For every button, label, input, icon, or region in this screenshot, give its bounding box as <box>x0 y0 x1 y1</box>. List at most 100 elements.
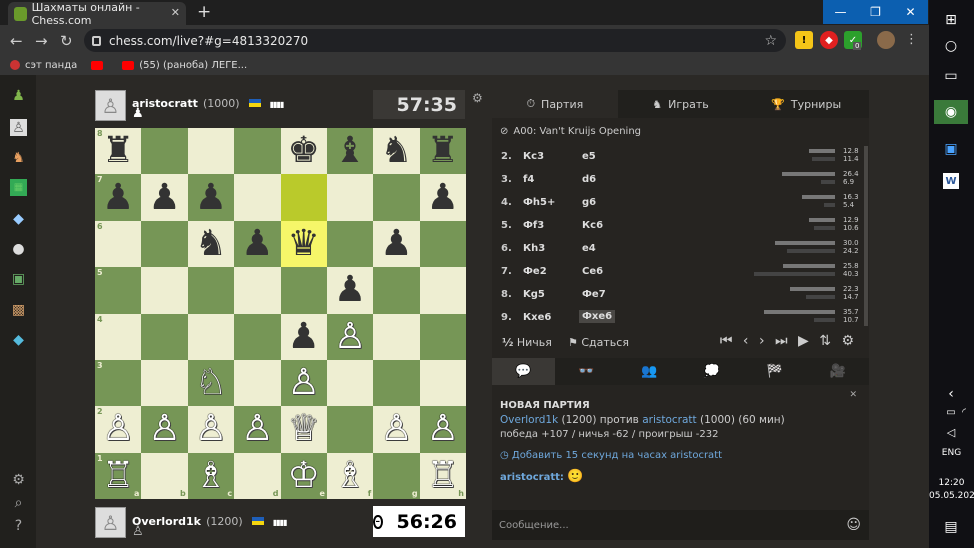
chat-tab-icon[interactable]: 💬 <box>492 358 555 385</box>
black-move[interactable]: е4 <box>582 243 596 254</box>
board-nav-icon[interactable]: ▩ <box>10 301 27 318</box>
chess-piece[interactable]: ♙ <box>195 411 227 447</box>
bottom-player-avatar[interactable]: ♙ <box>95 507 126 538</box>
player2-link[interactable]: aristocratt <box>642 414 696 426</box>
chess-piece[interactable]: ♟ <box>102 179 134 216</box>
white-move[interactable]: Фf3 <box>523 220 544 231</box>
events-tab-icon[interactable]: 🏁 <box>743 358 806 385</box>
chess-piece[interactable]: ♟ <box>241 225 273 262</box>
browser-menu-icon[interactable]: ⋮ <box>905 32 918 47</box>
chess-piece[interactable]: ♞ <box>195 225 227 262</box>
square-a7[interactable]: ♟ 7 <box>95 174 142 221</box>
opening-name[interactable]: ⊘ A00: Van't Kruijs Opening <box>492 120 869 142</box>
chess-piece[interactable]: ♖ <box>427 457 459 494</box>
chess-piece[interactable]: ♖ <box>102 457 134 494</box>
bookmark-item-raboba[interactable]: (55) (раноба) ЛЕГЕ... <box>122 60 247 71</box>
square-e7[interactable] <box>280 174 327 221</box>
chess-piece[interactable]: ♛ <box>288 225 320 262</box>
chess-piece[interactable]: ♟ <box>427 179 459 216</box>
square-b5[interactable] <box>141 267 188 314</box>
extension-2-icon[interactable]: ◆ <box>820 31 838 49</box>
emoji-picker-icon[interactable]: ☺ <box>846 517 861 533</box>
square-g1[interactable]: g <box>373 452 420 499</box>
white-move[interactable]: Фh5+ <box>523 197 555 208</box>
settings-nav-icon[interactable]: ⚙ <box>10 471 27 488</box>
square-c3[interactable]: ♘ <box>187 359 235 407</box>
board-settings-gear-icon[interactable]: ⚙ <box>472 91 483 105</box>
square-b7[interactable]: ♟ <box>141 174 188 221</box>
square-d7[interactable] <box>234 174 281 221</box>
chess-piece[interactable]: ♗ <box>195 457 227 494</box>
chess-piece[interactable]: ♟ <box>288 318 320 355</box>
square-g7[interactable] <box>373 174 420 221</box>
black-move[interactable]: Фе7 <box>582 289 606 300</box>
square-c2[interactable]: ♙ <box>187 406 235 453</box>
chess-piece[interactable]: ♗ <box>334 457 366 494</box>
square-d1[interactable]: d <box>234 452 281 499</box>
square-g3[interactable] <box>373 359 420 407</box>
square-c1[interactable]: ♗ c <box>187 452 235 499</box>
square-a2[interactable]: ♙ 2 <box>95 406 142 453</box>
square-g5[interactable] <box>373 267 420 314</box>
square-a6[interactable]: 6 <box>95 220 142 268</box>
white-move[interactable]: Kg5 <box>523 289 545 300</box>
chess-piece[interactable]: ♚ <box>288 133 320 169</box>
chess-piece[interactable]: ♙ <box>427 411 459 447</box>
notifications-icon[interactable]: ▤ <box>939 515 963 539</box>
square-b3[interactable] <box>141 359 188 407</box>
white-move[interactable]: Фе2 <box>523 266 547 277</box>
reload-button[interactable]: ↻ <box>60 32 73 50</box>
forward-button[interactable]: → <box>35 32 48 50</box>
chess-piece[interactable]: ♘ <box>195 365 227 401</box>
chrome-app-icon[interactable]: ◉ <box>934 100 968 124</box>
white-move[interactable]: Кh3 <box>523 243 545 254</box>
square-e8[interactable]: ♚ <box>280 128 327 175</box>
chat-input[interactable]: Сообщение... ☺ <box>492 510 869 540</box>
move-navigation-buttons[interactable]: ⏮ ‹ › ⏭ ▶ ⇅ ⚙ <box>720 333 857 349</box>
square-f5[interactable]: ♟ <box>326 267 374 314</box>
square-h2[interactable]: ♙ <box>419 406 466 453</box>
tab-game[interactable]: ⏱ Партия <box>492 90 618 118</box>
chess-logo-icon[interactable]: ♟ <box>10 87 27 104</box>
white-move[interactable]: Кхе6 <box>523 312 551 323</box>
play-nav-icon[interactable]: ♞ <box>10 149 27 166</box>
square-d3[interactable] <box>234 359 281 407</box>
new-tab-button[interactable]: + <box>197 2 211 22</box>
extension-1-icon[interactable]: ! <box>795 31 813 49</box>
square-h1[interactable]: ♖ h <box>419 452 466 499</box>
square-g6[interactable]: ♟ <box>373 220 420 268</box>
tv-tab-icon[interactable]: 🎥 <box>806 358 869 385</box>
black-move[interactable]: Се6 <box>582 266 603 277</box>
square-h4[interactable] <box>419 313 466 360</box>
square-f6[interactable] <box>326 220 374 268</box>
diamond-nav-icon[interactable]: ◆ <box>10 331 27 348</box>
chess-piece[interactable]: ♝ <box>334 133 366 169</box>
back-button[interactable]: ← <box>10 32 23 50</box>
square-d6[interactable]: ♟ <box>234 220 281 268</box>
profile-avatar[interactable] <box>877 31 895 49</box>
black-move[interactable]: е5 <box>582 151 596 162</box>
square-b2[interactable]: ♙ <box>141 406 188 453</box>
chess-piece[interactable]: ♟ <box>334 272 366 308</box>
square-g4[interactable] <box>373 313 420 360</box>
square-a1[interactable]: ♖ 1 a <box>95 452 142 499</box>
draw-button[interactable]: ½ Ничья <box>502 336 552 349</box>
square-f4[interactable]: ♙ <box>326 313 374 360</box>
spectate-tab-icon[interactable]: 👓 <box>555 358 618 385</box>
player1-link[interactable]: Overlord1k <box>500 414 558 426</box>
tab-play[interactable]: ♞ Играть <box>618 90 744 118</box>
chess-piece[interactable]: ♞ <box>380 133 412 169</box>
square-c6[interactable]: ♞ <box>187 220 235 268</box>
square-e1[interactable]: ♔ e <box>280 452 327 499</box>
word-app-icon[interactable]: W <box>943 173 959 189</box>
chess-piece[interactable]: ♙ <box>148 411 180 447</box>
black-move[interactable]: g6 <box>582 197 596 208</box>
tab-tournaments[interactable]: 🏆 Турниры <box>743 90 869 118</box>
square-a3[interactable]: 3 <box>95 359 142 407</box>
square-h6[interactable] <box>419 220 466 268</box>
task-view-icon[interactable]: ▭ <box>939 64 963 88</box>
chess-piece[interactable]: ♜ <box>102 133 134 169</box>
chess-piece[interactable]: ♙ <box>102 411 134 447</box>
chess-piece[interactable]: ♕ <box>288 411 320 447</box>
white-move[interactable]: Кс3 <box>523 151 544 162</box>
